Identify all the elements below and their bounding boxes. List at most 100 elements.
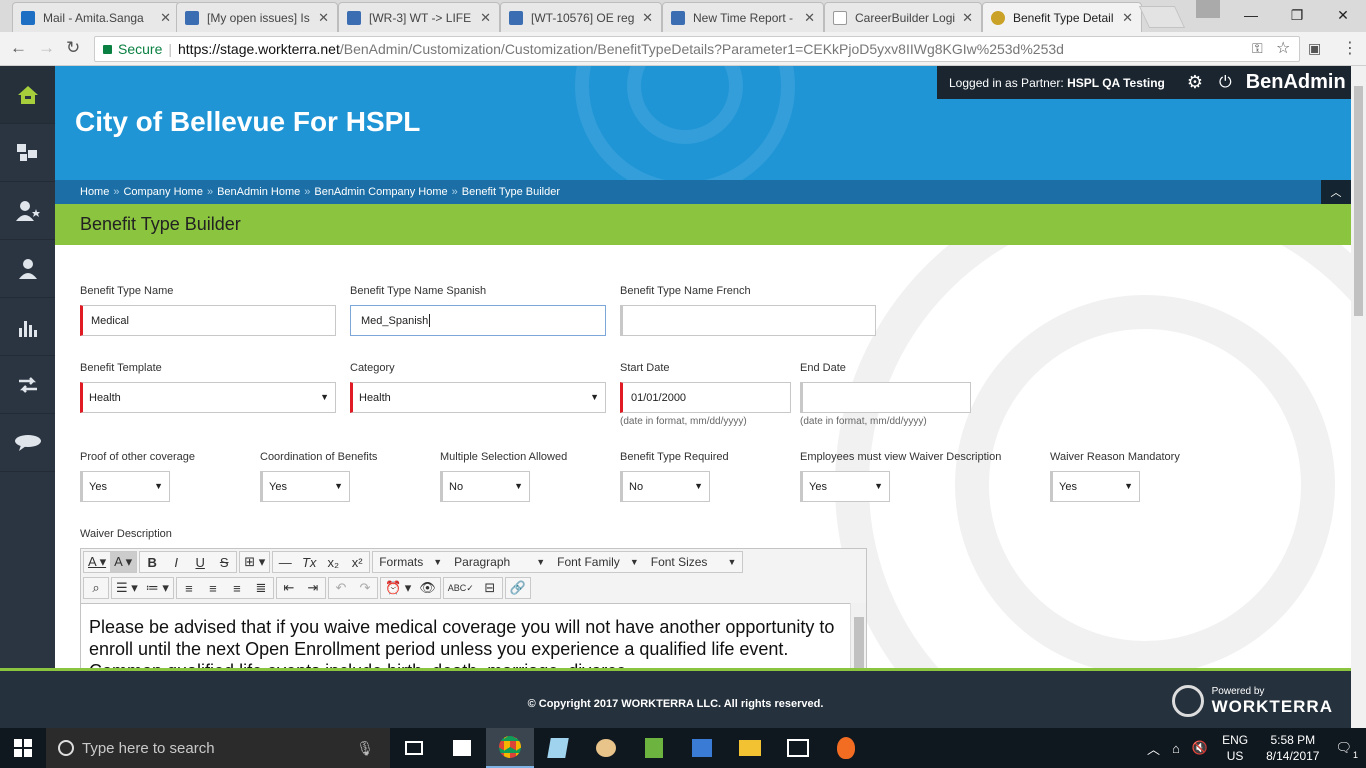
underline-icon[interactable]: U	[188, 552, 212, 572]
benefit-type-name-french-input[interactable]	[620, 305, 876, 336]
extension-icon[interactable]: ▣	[1308, 40, 1321, 57]
multiple-selection-select[interactable]: No ▼	[440, 471, 530, 502]
maximize-icon[interactable]: ❐	[1274, 0, 1320, 30]
end-date-input[interactable]	[800, 382, 971, 413]
breadcrumb-benadmin-home[interactable]: BenAdmin Home	[217, 186, 300, 198]
bullet-list-icon[interactable]: ☰ ▾	[112, 578, 142, 598]
numbered-list-icon[interactable]: ≔ ▾	[142, 578, 173, 598]
sidebar-item-messages[interactable]	[0, 414, 55, 472]
language-indicator[interactable]: ENG US	[1222, 732, 1248, 764]
start-button[interactable]	[0, 728, 46, 768]
close-window-icon[interactable]: ✕	[1320, 0, 1366, 30]
coordination-of-benefits-select[interactable]: Yes ▼	[260, 471, 350, 502]
paragraph-dropdown[interactable]: Paragraph ▼	[448, 552, 551, 572]
scrollbar-thumb[interactable]	[1354, 86, 1363, 316]
taskbar-file-explorer[interactable]	[726, 728, 774, 768]
close-icon[interactable]: ✕	[480, 10, 491, 26]
find-replace-icon[interactable]: ⌕	[84, 578, 108, 598]
browser-tab-open-issues[interactable]: [My open issues] Is ✕	[176, 2, 338, 32]
close-icon[interactable]: ✕	[804, 10, 815, 26]
outdent-icon[interactable]: ⇤	[277, 578, 301, 598]
superscript-icon[interactable]: x²	[345, 552, 369, 572]
waiver-view-select[interactable]: Yes ▼	[800, 471, 890, 502]
page-break-icon[interactable]: ⊟	[478, 578, 502, 598]
sidebar-item-users-admin[interactable]	[0, 182, 55, 240]
taskbar-store[interactable]	[438, 728, 486, 768]
align-right-icon[interactable]: ≡	[225, 578, 249, 598]
waiver-reason-select[interactable]: Yes ▼	[1050, 471, 1140, 502]
benefit-type-name-spanish-input[interactable]: Med_Spanish	[350, 305, 606, 336]
key-icon[interactable]: ⚿	[1252, 40, 1263, 57]
notification-center-icon[interactable]: 🗨 1	[1335, 740, 1358, 760]
close-icon[interactable]: ✕	[160, 10, 171, 26]
system-clock[interactable]: 5:58 PM 8/14/2017	[1266, 732, 1319, 764]
italic-icon[interactable]: I	[164, 552, 188, 572]
scrollbar-thumb[interactable]	[854, 617, 864, 668]
align-center-icon[interactable]: ≡	[201, 578, 225, 598]
breadcrumb-benadmin-company-home[interactable]: BenAdmin Company Home	[314, 186, 447, 198]
url-input[interactable]: Secure | https://stage.workterra.net/Ben…	[94, 36, 1300, 62]
page-scrollbar[interactable]	[1351, 66, 1366, 728]
taskbar-photos[interactable]	[774, 728, 822, 768]
task-view-button[interactable]	[390, 728, 438, 768]
insert-time-icon[interactable]: ⏰ ▾	[381, 578, 415, 598]
microphone-icon[interactable]: 🎙	[356, 740, 374, 757]
sidebar-item-home[interactable]	[0, 66, 55, 124]
breadcrumb-home[interactable]: Home	[80, 186, 109, 198]
bold-icon[interactable]: B	[140, 552, 164, 572]
back-icon[interactable]: ←	[10, 38, 27, 58]
sidebar-item-transfer[interactable]	[0, 356, 55, 414]
sidebar-item-reports[interactable]	[0, 298, 55, 356]
browser-tab-time-report[interactable]: New Time Report - ✕	[662, 2, 824, 32]
text-color-icon[interactable]: A ▾	[84, 552, 110, 572]
volume-muted-icon[interactable]: 🔇	[1192, 740, 1208, 756]
breadcrumb-company-home[interactable]: Company Home	[123, 186, 202, 198]
taskbar-remote-desktop[interactable]	[678, 728, 726, 768]
font-family-dropdown[interactable]: Font Family ▼	[551, 552, 645, 572]
taskbar-search[interactable]: Type here to search 🎙	[46, 728, 390, 768]
new-tab-button[interactable]	[1138, 6, 1186, 28]
close-icon[interactable]: ✕	[318, 10, 329, 26]
chevron-up-icon[interactable]: ︿	[1147, 739, 1160, 758]
spellcheck-icon[interactable]: ABC✓	[444, 578, 478, 598]
sidebar-item-customization[interactable]	[0, 124, 55, 182]
clear-formatting-icon[interactable]: Tx	[297, 552, 321, 572]
taskbar-chrome[interactable]	[486, 728, 534, 768]
collapse-header-button[interactable]: ︿	[1321, 180, 1351, 204]
gear-icon[interactable]: ⚙	[1187, 72, 1203, 93]
close-icon[interactable]: ✕	[642, 10, 653, 26]
power-icon[interactable]: ⏻	[1219, 74, 1232, 92]
close-icon[interactable]: ✕	[1122, 10, 1133, 26]
forward-icon[interactable]: →	[38, 38, 55, 58]
close-icon[interactable]: ✕	[962, 10, 973, 26]
taskbar-firefox[interactable]	[822, 728, 870, 768]
taskbar-notepad[interactable]	[534, 728, 582, 768]
redo-icon[interactable]: ↷	[353, 578, 377, 598]
horizontal-rule-icon[interactable]: —	[273, 552, 297, 572]
benefit-type-name-input[interactable]: Medical	[80, 305, 336, 336]
editor-content[interactable]: Please be advised that if you waive medi…	[81, 603, 851, 668]
benefit-type-required-select[interactable]: No ▼	[620, 471, 710, 502]
table-icon[interactable]: ⊞ ▾	[240, 552, 269, 572]
align-left-icon[interactable]: ≡	[177, 578, 201, 598]
benefit-template-select[interactable]: Health ▼	[80, 382, 336, 413]
undo-icon[interactable]: ↶	[329, 578, 353, 598]
sidebar-item-employees[interactable]	[0, 240, 55, 298]
editor-scrollbar[interactable]	[850, 603, 866, 668]
link-icon[interactable]: 🔗	[506, 578, 530, 598]
indent-icon[interactable]: ⇥	[301, 578, 325, 598]
taskbar-paint[interactable]	[582, 728, 630, 768]
align-justify-icon[interactable]: ≣	[249, 578, 273, 598]
browser-tab-wt10576[interactable]: [WT-10576] OE reg ✕	[500, 2, 662, 32]
reload-icon[interactable]: ↻	[66, 38, 80, 58]
minimize-icon[interactable]: —	[1228, 0, 1274, 30]
formats-dropdown[interactable]: Formats ▼	[373, 552, 448, 572]
strikethrough-icon[interactable]: S	[212, 552, 236, 572]
start-date-input[interactable]: 01/01/2000	[620, 382, 791, 413]
proof-of-coverage-select[interactable]: Yes ▼	[80, 471, 170, 502]
background-color-icon[interactable]: A ▾	[110, 552, 137, 572]
menu-icon[interactable]: ⋮	[1342, 38, 1358, 58]
secure-indicator[interactable]: Secure	[103, 41, 162, 57]
network-icon[interactable]: ⌂	[1172, 741, 1180, 756]
browser-tab-benefit-type[interactable]: Benefit Type Detail ✕	[982, 2, 1142, 32]
